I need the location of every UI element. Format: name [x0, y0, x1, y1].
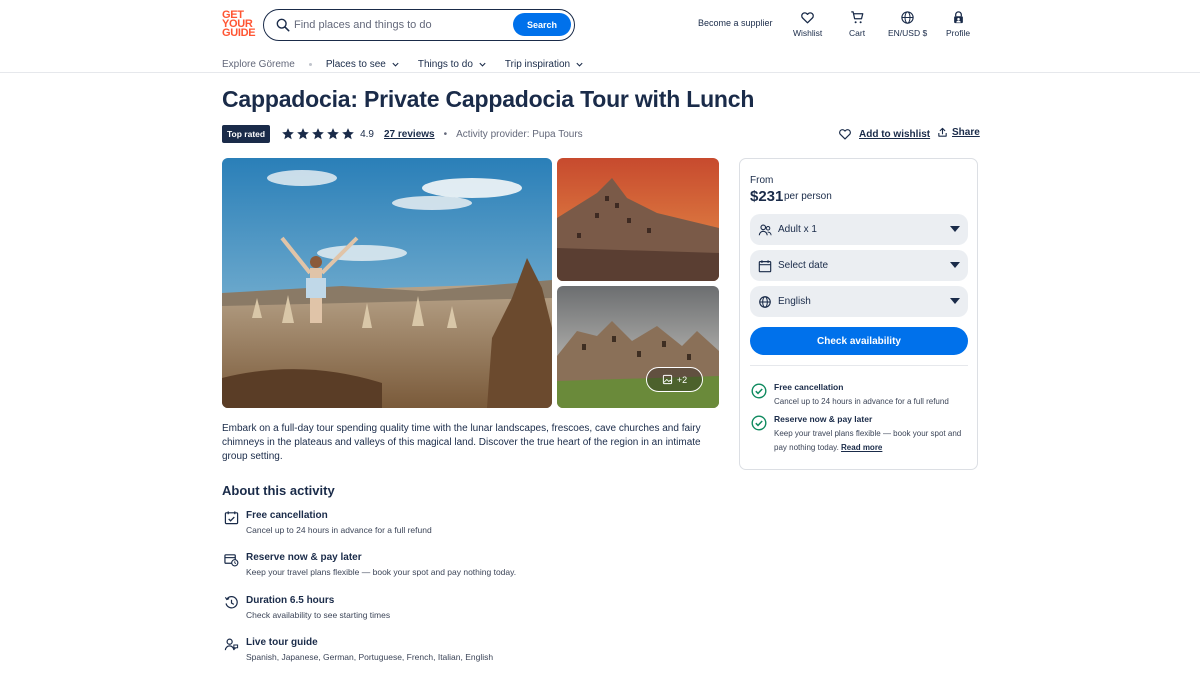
heart-icon [801, 12, 814, 24]
cart-icon [850, 11, 863, 24]
clock-history-icon [224, 596, 238, 609]
activity-meta: Top rated 4.9 27 reviews • Activity prov… [222, 125, 583, 143]
sunset-village-photo [557, 158, 719, 281]
card-feature-title: Reserve now & pay later [774, 414, 873, 424]
about-activity-heading: About this activity [222, 483, 335, 498]
become-supplier-link[interactable]: Become a supplier [698, 18, 773, 28]
things-label: Things to do [417, 58, 473, 70]
logo-line-3: GUIDE [222, 27, 256, 39]
nav-separator [308, 62, 312, 66]
feature-title: Reserve now & pay later [246, 552, 362, 563]
star-icon [342, 128, 354, 140]
date-value: Select date [778, 260, 829, 271]
sunset-cave-photo[interactable] [557, 158, 719, 281]
search-icon [276, 18, 290, 32]
participants-select[interactable]: Adult x 1 [750, 214, 968, 245]
price-unit: per person [784, 191, 832, 202]
check-circle-icon [751, 383, 767, 399]
feature-title: Free cancellation [246, 510, 328, 521]
more-photos-count: +2 [676, 374, 688, 385]
card-feature-subtitle: Cancel up to 24 hours in advance for a f… [774, 397, 949, 406]
caret-down-icon [950, 226, 960, 232]
activity-provider[interactable]: Activity provider: Pupa Tours [456, 129, 583, 140]
search-button[interactable]: Search [513, 13, 571, 36]
feature-subtitle: Check availability to see starting times [246, 610, 391, 620]
feature-title: Duration 6.5 hours [246, 595, 335, 606]
feature-subtitle: Cancel up to 24 hours in advance for a f… [246, 525, 432, 535]
chevron-down-icon [576, 62, 583, 67]
main-photo[interactable] [222, 158, 552, 408]
add-to-wishlist-button[interactable]: Add to wishlist [838, 127, 930, 141]
star-icon [327, 128, 339, 140]
brand-logo[interactable]: GET YOUR GUIDE [222, 10, 260, 39]
feature-subtitle: Keep your travel plans flexible — book y… [246, 567, 517, 577]
globe-icon [901, 11, 914, 24]
currency-nav[interactable]: EN/USD $ [888, 10, 927, 38]
feature-subtitle: Spanish, Japanese, German, Portuguese, F… [246, 652, 494, 662]
participants-icon [758, 224, 772, 235]
header-divider [0, 72, 1200, 73]
add-to-wishlist-label: Add to wishlist [859, 128, 931, 140]
trip-label: Trip inspiration [504, 58, 571, 70]
caret-down-icon [950, 262, 960, 268]
rating-value: 4.9 [360, 128, 374, 140]
heart-icon [839, 129, 851, 140]
calendar-check-icon [224, 511, 239, 525]
check-circle-icon [751, 415, 767, 431]
star-icon [297, 128, 309, 140]
star-icon [282, 128, 294, 140]
card-feature-subtitle: Keep your travel plans flexible — book y… [774, 427, 970, 454]
meta-separator: • [443, 128, 448, 140]
wishlist-label: Wishlist [793, 28, 823, 38]
card-divider [750, 365, 968, 366]
calendar-icon [758, 259, 772, 272]
wallet-clock-icon [224, 554, 239, 567]
image-gallery-icon [662, 374, 672, 385]
sub-navigation: Explore Göreme Places to see Things to d… [222, 56, 602, 72]
price-from-label: From [750, 175, 774, 186]
currency-label: EN/USD $ [888, 28, 928, 38]
profile-lock-icon [953, 11, 963, 24]
chevron-down-icon [479, 62, 486, 67]
check-availability-button[interactable]: Check availability [750, 327, 968, 355]
chevron-down-icon [392, 62, 399, 67]
places-label: Places to see [325, 58, 386, 70]
cart-nav[interactable]: Cart [849, 10, 865, 38]
booking-card: From $231 per person Adult x 1 Select da… [739, 158, 978, 470]
caret-down-icon [950, 298, 960, 304]
feature-title: Live tour guide [246, 637, 318, 648]
card-feature-title: Free cancellation [774, 382, 844, 392]
search-input[interactable] [294, 14, 504, 36]
star-icon [312, 128, 324, 140]
places-to-see-menu[interactable]: Places to see [326, 59, 400, 70]
language-select[interactable]: English [750, 286, 968, 317]
share-button[interactable]: Share [937, 127, 980, 138]
share-label: Share [952, 127, 980, 138]
woman-cappadocia-photo [222, 158, 552, 408]
share-icon [938, 127, 947, 137]
read-more-link[interactable]: Read more [841, 443, 882, 452]
top-rated-badge: Top rated [222, 125, 271, 143]
globe-icon [759, 295, 771, 308]
search-bar: Search [263, 9, 575, 41]
cart-label: Cart [849, 28, 866, 38]
language-value: English [778, 296, 811, 307]
star-rating [281, 127, 356, 141]
profile-nav[interactable]: Profile [946, 10, 970, 38]
things-to-do-menu[interactable]: Things to do [418, 59, 487, 70]
activity-description: Embark on a full-day tour spending quali… [222, 423, 701, 462]
profile-label: Profile [946, 28, 971, 38]
participants-value: Adult x 1 [778, 224, 817, 235]
wishlist-nav[interactable]: Wishlist [793, 10, 822, 38]
more-photos-button[interactable]: +2 [646, 367, 703, 392]
explore-link[interactable]: Explore Göreme [222, 59, 295, 70]
trip-inspiration-menu[interactable]: Trip inspiration [505, 59, 584, 70]
page-title: Cappadocia: Private Cappadocia Tour with… [222, 86, 755, 112]
date-select[interactable]: Select date [750, 250, 968, 281]
top-header: GET YOUR GUIDE Search Become a supplier … [0, 0, 1200, 48]
price-value: $231 [750, 188, 784, 205]
reviews-link[interactable]: 27 reviews [384, 129, 435, 140]
guide-icon [224, 638, 239, 651]
